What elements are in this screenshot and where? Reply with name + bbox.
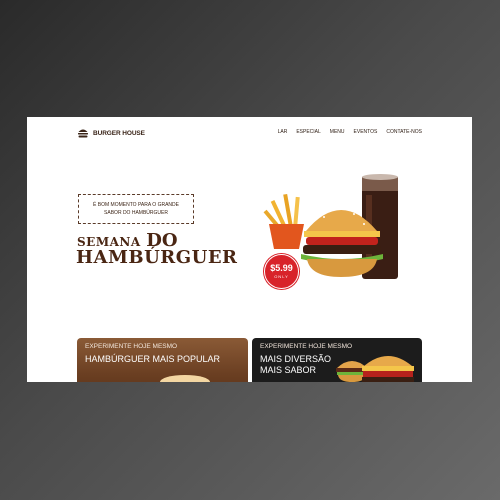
burger-image <box>160 375 210 382</box>
nav-item-lar[interactable]: LAR <box>278 129 288 135</box>
price-value: $5.99 <box>270 263 293 273</box>
card-title-line-2: MAIS SABOR <box>260 365 317 375</box>
price-sub-label: ONLY <box>274 274 289 279</box>
card-title: HAMBÚRGUER MAIS POPULAR <box>85 354 221 364</box>
nav-item-contate-nos[interactable]: CONTATE-NOS <box>386 129 422 135</box>
brand-name: BURGER HOUSE <box>93 129 145 137</box>
promo-line-1: É BOM MOMENTO PARA O GRANDE <box>93 202 179 208</box>
card-popular-burger[interactable]: EXPERIMENTE HOJE MESMO HAMBÚRGUER MAIS P… <box>77 338 248 382</box>
card-title-line-1: MAIS DIVERSÃO <box>260 354 332 364</box>
website-page: BURGER HOUSE LAR ESPECIAL MENU EVENTOS C… <box>27 117 472 382</box>
card-kicker: EXPERIMENTE HOJE MESMO <box>85 343 178 350</box>
promo-tagline-box: É BOM MOMENTO PARA O GRANDE SABOR DO HAM… <box>78 194 194 224</box>
fries-image <box>263 193 304 249</box>
burgers-image <box>336 356 414 382</box>
nav-item-eventos[interactable]: EVENTOS <box>354 129 378 135</box>
hero-title-hamburguer: HAMBÚRGUER <box>76 247 238 268</box>
card-more-fun[interactable]: EXPERIMENTE HOJE MESMO MAIS DIVERSÃO MAI… <box>252 338 422 382</box>
nav-item-especial[interactable]: ESPECIAL <box>296 129 320 135</box>
main-nav: LAR ESPECIAL MENU EVENTOS CONTATE-NOS <box>278 129 422 135</box>
brand-logo[interactable]: BURGER HOUSE <box>77 127 145 139</box>
price-badge: $5.99 ONLY <box>264 254 299 289</box>
burger-icon <box>78 129 88 138</box>
card-title: MAIS DIVERSÃO MAIS SABOR <box>260 354 331 376</box>
promo-line-2: SABOR DO HAMBÚRGUER <box>104 210 168 216</box>
nav-item-menu[interactable]: MENU <box>330 129 345 135</box>
